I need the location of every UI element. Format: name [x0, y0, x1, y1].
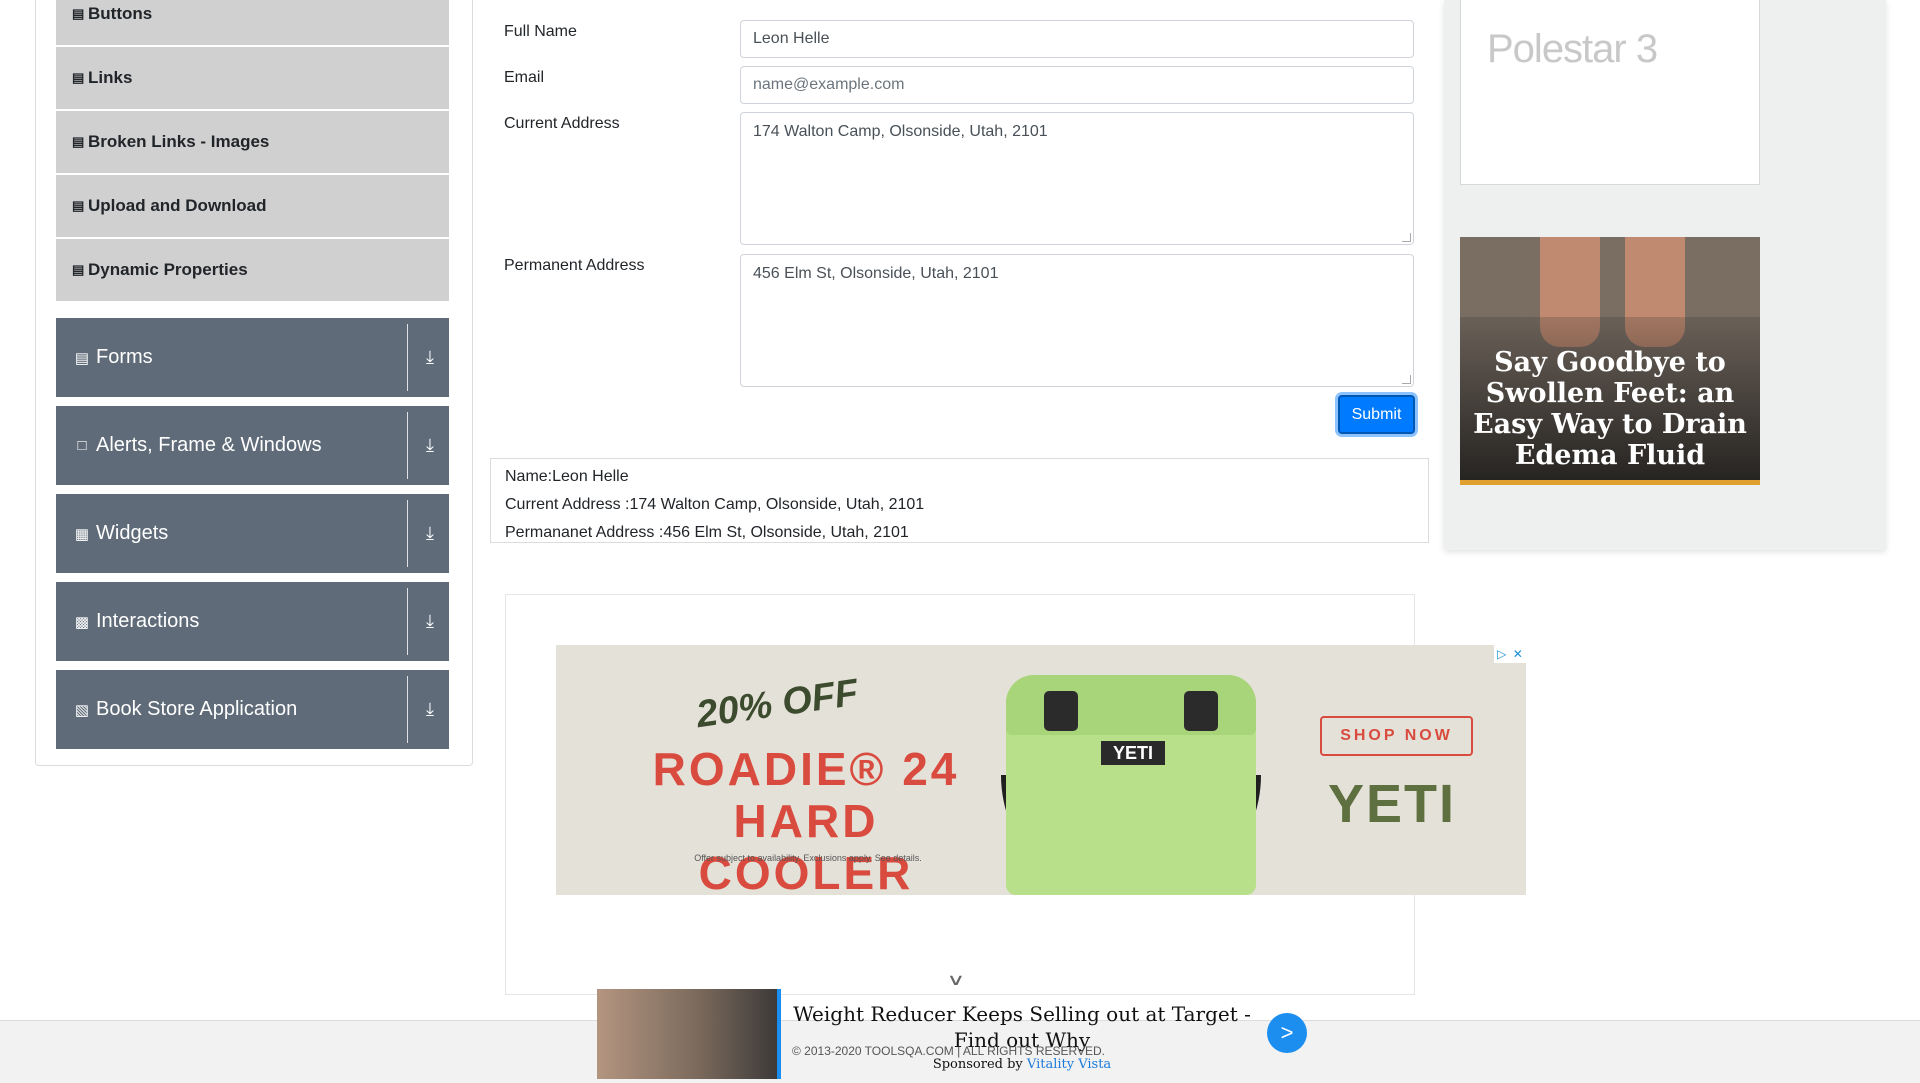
divider: [407, 588, 408, 655]
cooler-latch: [1044, 691, 1078, 731]
sidebar-item-label: Upload and Download: [88, 196, 267, 215]
shop-now-button[interactable]: SHOP NOW: [1320, 716, 1473, 756]
divider: [407, 324, 408, 391]
sidebar-group-book-store[interactable]: ▧ Book Store Application ⤓: [56, 670, 449, 749]
full-name-input[interactable]: [740, 20, 1414, 58]
divider: [407, 500, 408, 567]
polestar-logo: Polestar 3: [1487, 27, 1658, 71]
sidebar-item-buttons[interactable]: ▤ Buttons: [56, 0, 449, 45]
download-icon[interactable]: ⤓: [418, 430, 442, 460]
sidebar-group-label: Interactions: [96, 610, 200, 632]
resize-handle[interactable]: [1402, 233, 1411, 242]
sidebar-group-label: Widgets: [96, 522, 169, 544]
download-icon[interactable]: ⤓: [418, 342, 442, 372]
permanent-address-value: 456 Elm St, Olsonside, Utah, 2101: [753, 265, 999, 282]
divider: [407, 412, 408, 479]
permanent-address-textarea[interactable]: 456 Elm St, Olsonside, Utah, 2101: [740, 254, 1414, 387]
sidebar-group-alerts[interactable]: □ Alerts, Frame & Windows ⤓: [56, 406, 449, 485]
ad-choices[interactable]: ▷ ✕: [1494, 645, 1526, 663]
sidebar-item-label: Broken Links - Images: [88, 132, 270, 151]
form-icon: ▤: [74, 349, 90, 367]
document-icon: ▤: [72, 70, 85, 85]
adchoices-icon[interactable]: ▷: [1497, 647, 1506, 661]
sidebar-group-label: Alerts, Frame & Windows: [96, 434, 322, 456]
current-address-textarea[interactable]: 174 Walton Camp, Olsonside, Utah, 2101: [740, 112, 1414, 245]
document-icon: ▤: [72, 6, 85, 21]
email-input[interactable]: [740, 66, 1414, 104]
chevron-down-icon[interactable]: ∨: [946, 970, 965, 990]
ad-thumbnail: [597, 989, 780, 1079]
ad-product: ROADIE® 24 HARD COOLER: [636, 743, 976, 895]
window-icon: □: [77, 437, 87, 454]
ad-accent-bar: [777, 989, 781, 1079]
sidebar-item-links[interactable]: ▤ Links: [56, 47, 449, 109]
submit-button[interactable]: Submit: [1338, 395, 1415, 434]
sidebar-group-widgets[interactable]: ▦ Widgets ⤓: [56, 494, 449, 573]
output-name: Name:Leon Helle: [505, 468, 629, 485]
document-icon: ▤: [72, 262, 85, 277]
sidebar-group-forms[interactable]: ▤ Forms ⤓: [56, 318, 449, 397]
edema-ad[interactable]: Say Goodbye to Swollen Feet: an Easy Way…: [1460, 237, 1760, 485]
ad-headline: Say Goodbye to Swollen Feet: an Easy Way…: [1473, 347, 1747, 471]
current-address-value: 174 Walton Camp, Olsonside, Utah, 2101: [753, 123, 1048, 140]
sidebar-item-label: Links: [88, 68, 133, 87]
sidebar-group-label: Book Store Application: [96, 698, 298, 720]
download-icon[interactable]: ⤓: [418, 694, 442, 724]
document-icon: ▤: [72, 198, 85, 213]
footer-copyright: © 2013-2020 TOOLSQA.COM | ALL RIGHTS RES…: [792, 1044, 1105, 1058]
resize-handle[interactable]: [1402, 375, 1411, 384]
ad-discount: 20% OFF: [693, 671, 861, 737]
output-current-address: Current Address :174 Walton Camp, Olsons…: [505, 496, 925, 513]
sidebar-item-broken-links[interactable]: ▤ Broken Links - Images: [56, 111, 449, 173]
ad-product-line1: ROADIE® 24: [652, 743, 960, 795]
output-permanent-address: Permananet Address :456 Elm St, Olsonsid…: [505, 524, 909, 541]
cooler-latch: [1184, 691, 1218, 731]
permanent-address-label: Permanent Address: [504, 257, 645, 274]
polestar-ad[interactable]: Polestar 3: [1460, 0, 1760, 185]
current-address-label: Current Address: [504, 115, 620, 132]
ad-sponsor: Sponsored by Vitality Vista: [792, 1057, 1252, 1072]
books-icon: ▧: [74, 701, 90, 719]
sidebar-item-dynamic-properties[interactable]: ▤ Dynamic Properties: [56, 239, 449, 301]
document-icon: ▤: [72, 134, 85, 149]
download-icon[interactable]: ⤓: [418, 606, 442, 636]
ad-fine-print: Offer subject to availability. Exclusion…: [694, 853, 922, 863]
output-box: Name:Leon Helle Current Address :174 Wal…: [490, 458, 1429, 543]
sponsored-by-label: Sponsored by: [932, 1057, 1023, 1072]
close-icon[interactable]: ✕: [1513, 647, 1523, 661]
divider: [407, 676, 408, 743]
bottom-sticky-ad[interactable]: Weight Reducer Keeps Selling out at Targ…: [597, 989, 1317, 1079]
ad-product-line2: HARD COOLER: [698, 795, 914, 895]
widgets-icon: ▦: [74, 525, 90, 543]
full-name-label: Full Name: [504, 23, 577, 40]
sponsor-name[interactable]: Vitality Vista: [1027, 1057, 1111, 1072]
cooler-badge: YETI: [1101, 741, 1165, 765]
yeti-ad-banner[interactable]: 20% OFF ROADIE® 24 HARD COOLER Offer sub…: [556, 645, 1526, 895]
email-label: Email: [504, 69, 545, 86]
sidebar-group-interactions[interactable]: ▩ Interactions ⤓: [56, 582, 449, 661]
yeti-logo: YETI: [1328, 774, 1457, 834]
sidebar-item-label: Dynamic Properties: [88, 260, 248, 279]
sidebar-item-upload-download[interactable]: ▤ Upload and Download: [56, 175, 449, 237]
interactions-icon: ▩: [74, 613, 90, 631]
sidebar-group-label: Forms: [96, 346, 153, 368]
ad-go-button[interactable]: >: [1267, 1013, 1307, 1053]
download-icon[interactable]: ⤓: [418, 518, 442, 548]
sidebar-item-label: Buttons: [88, 4, 153, 23]
